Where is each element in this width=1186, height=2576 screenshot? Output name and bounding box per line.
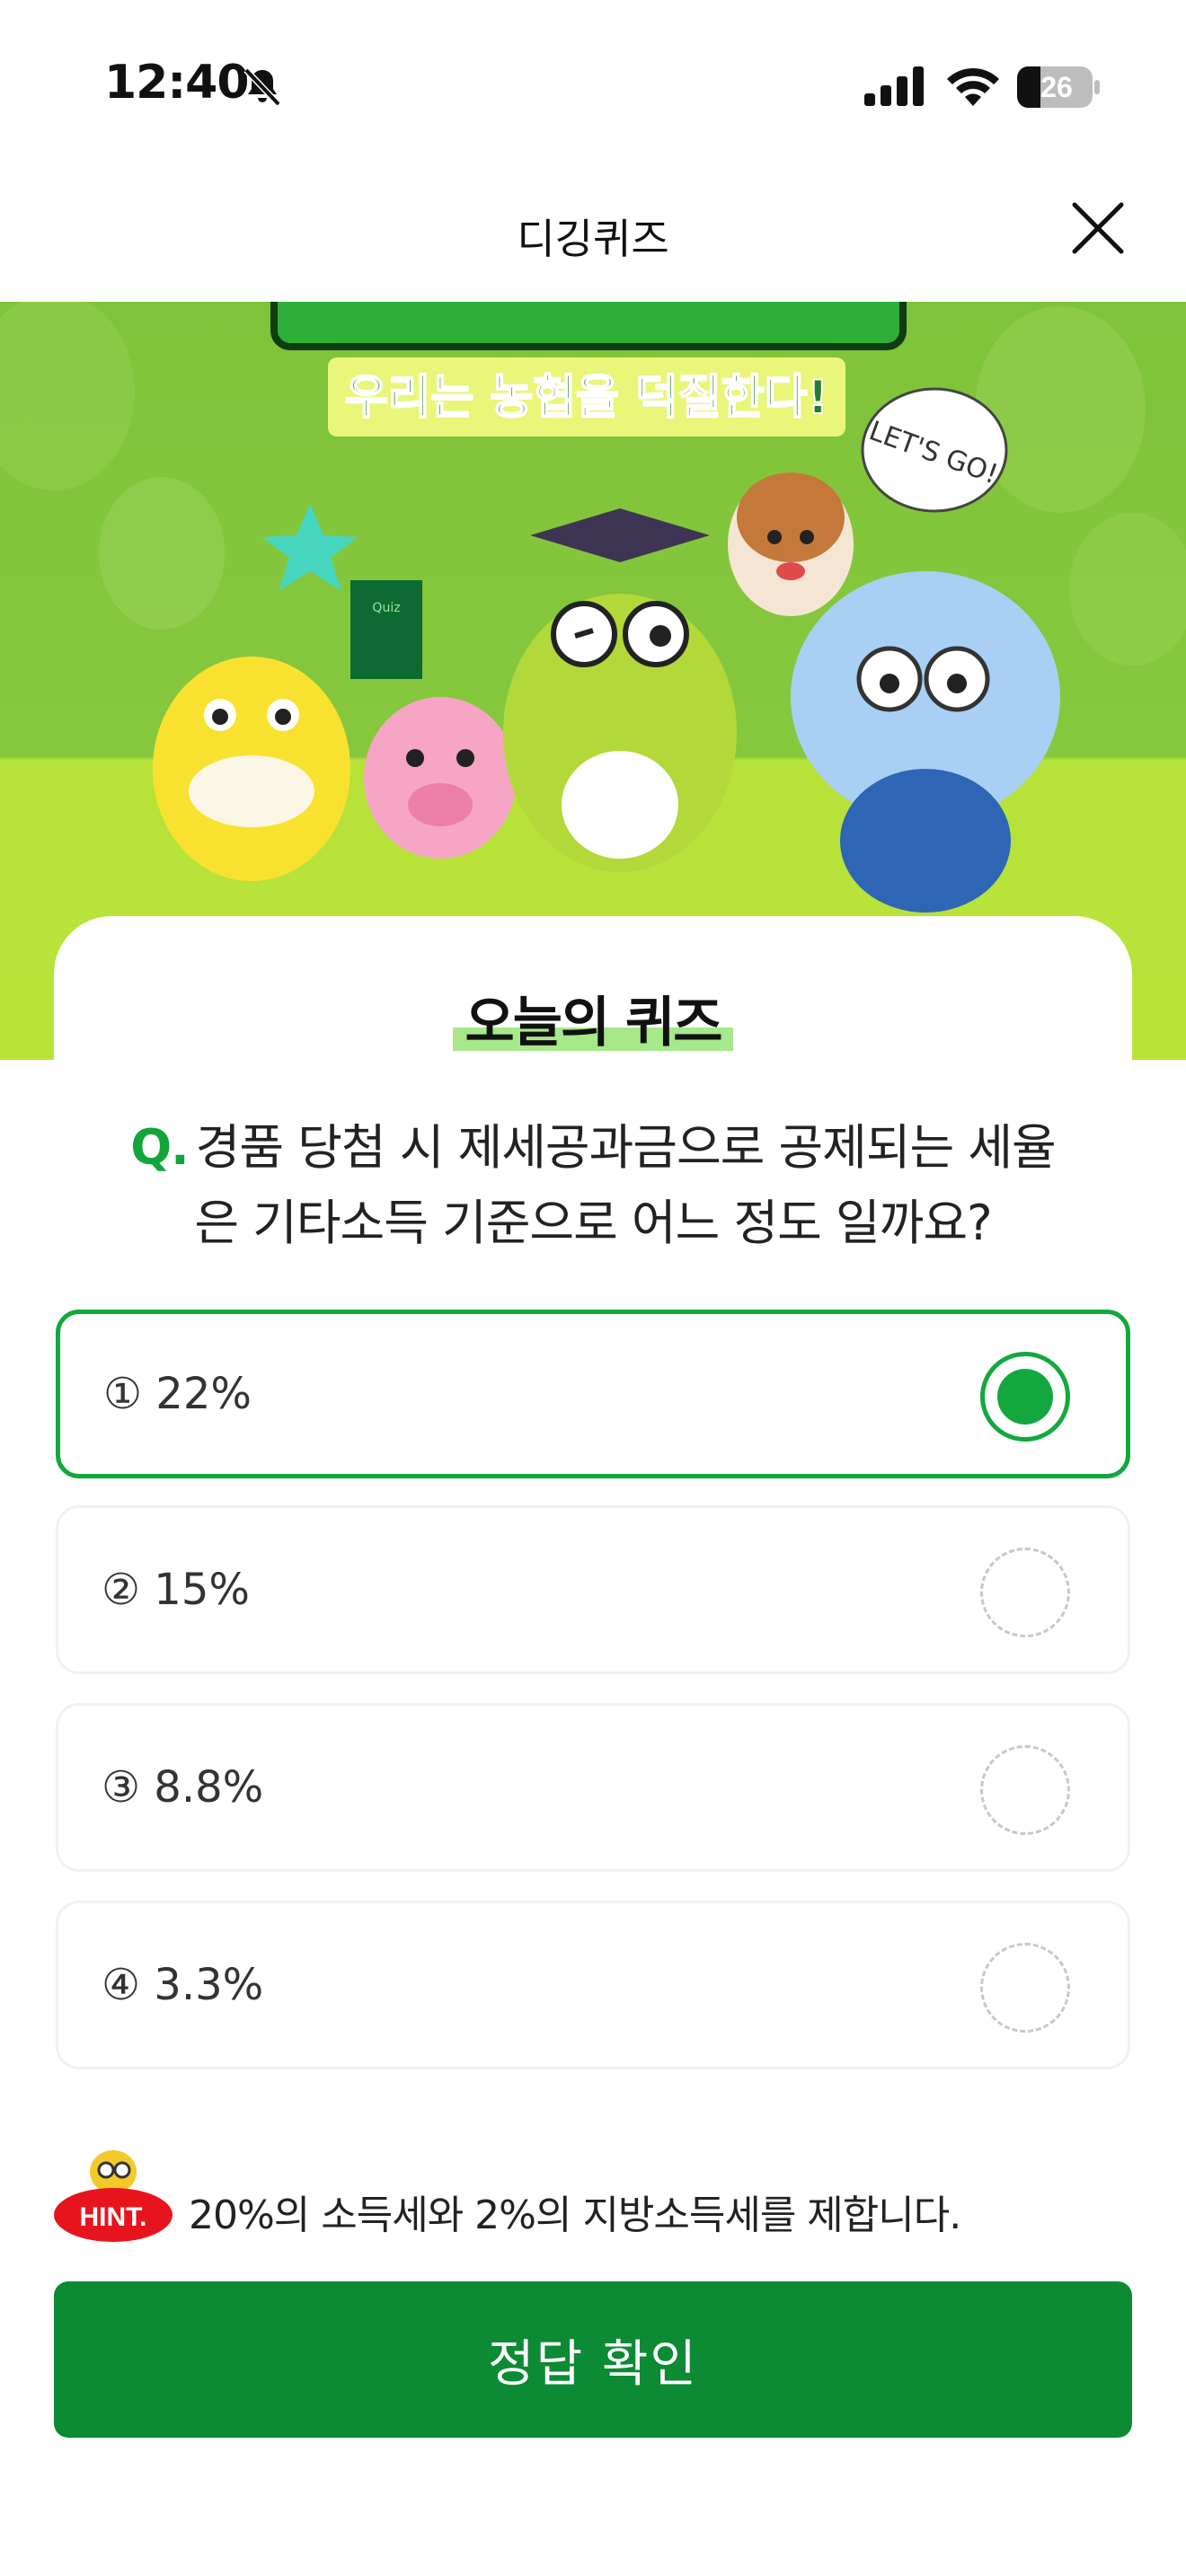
question-line-2: 은 기타소득 기준으로 어느 정도 일까요? bbox=[194, 1195, 992, 1251]
option-2[interactable]: ② 15% bbox=[56, 1505, 1130, 1674]
option-3[interactable]: ③ 8.8% bbox=[56, 1703, 1130, 1872]
option-label: ① 22% bbox=[103, 1369, 252, 1419]
wifi-icon bbox=[947, 67, 999, 106]
radio-unselected[interactable] bbox=[980, 1745, 1070, 1835]
hint-badge-label: HINT. bbox=[80, 2202, 147, 2232]
battery-level: 26 bbox=[1040, 71, 1073, 103]
header: 디깅퀴즈 bbox=[0, 171, 1186, 302]
question-text: Q. 경품 당첨 시 제세공과금으로 공제되는 세율 은 기타소득 기준으로 어느… bbox=[108, 1110, 1078, 1261]
quiz-title: 오늘의 퀴즈 bbox=[452, 979, 734, 1057]
bell-off-icon bbox=[243, 67, 281, 107]
question-mark: Q. bbox=[130, 1119, 189, 1176]
radio-unselected[interactable] bbox=[980, 1548, 1070, 1637]
radio-unselected[interactable] bbox=[980, 1943, 1070, 2033]
signal-icon bbox=[864, 66, 924, 106]
banner-book-label: Quiz bbox=[372, 601, 400, 615]
option-label: ④ 3.3% bbox=[102, 1960, 264, 2010]
hint-badge: HINT. bbox=[52, 2147, 174, 2245]
banner-slogan: 우리는 농협을 덕질한다! bbox=[345, 371, 828, 425]
option-label: ③ 8.8% bbox=[102, 1762, 264, 1813]
question-line-1: 경품 당첨 시 제세공과금으로 공제되는 세율 bbox=[195, 1119, 1057, 1176]
battery-icon: 26 bbox=[1017, 66, 1100, 108]
close-icon[interactable] bbox=[1066, 196, 1130, 260]
submit-answer-button[interactable]: 정답 확인 bbox=[54, 2281, 1132, 2438]
status-time: 12:40 bbox=[104, 56, 250, 110]
hint-text: 20%의 소득세와 2%의 지방소득세를 제합니다. bbox=[189, 2192, 961, 2238]
page-title: 디깅퀴즈 bbox=[517, 215, 669, 263]
option-1[interactable]: ① 22% bbox=[56, 1310, 1130, 1478]
option-label: ② 15% bbox=[102, 1565, 250, 1615]
radio-selected[interactable] bbox=[980, 1352, 1070, 1442]
status-bar: 12:40 26 bbox=[0, 0, 1186, 171]
option-4[interactable]: ④ 3.3% bbox=[56, 1901, 1130, 2069]
radio-dot bbox=[997, 1369, 1053, 1425]
